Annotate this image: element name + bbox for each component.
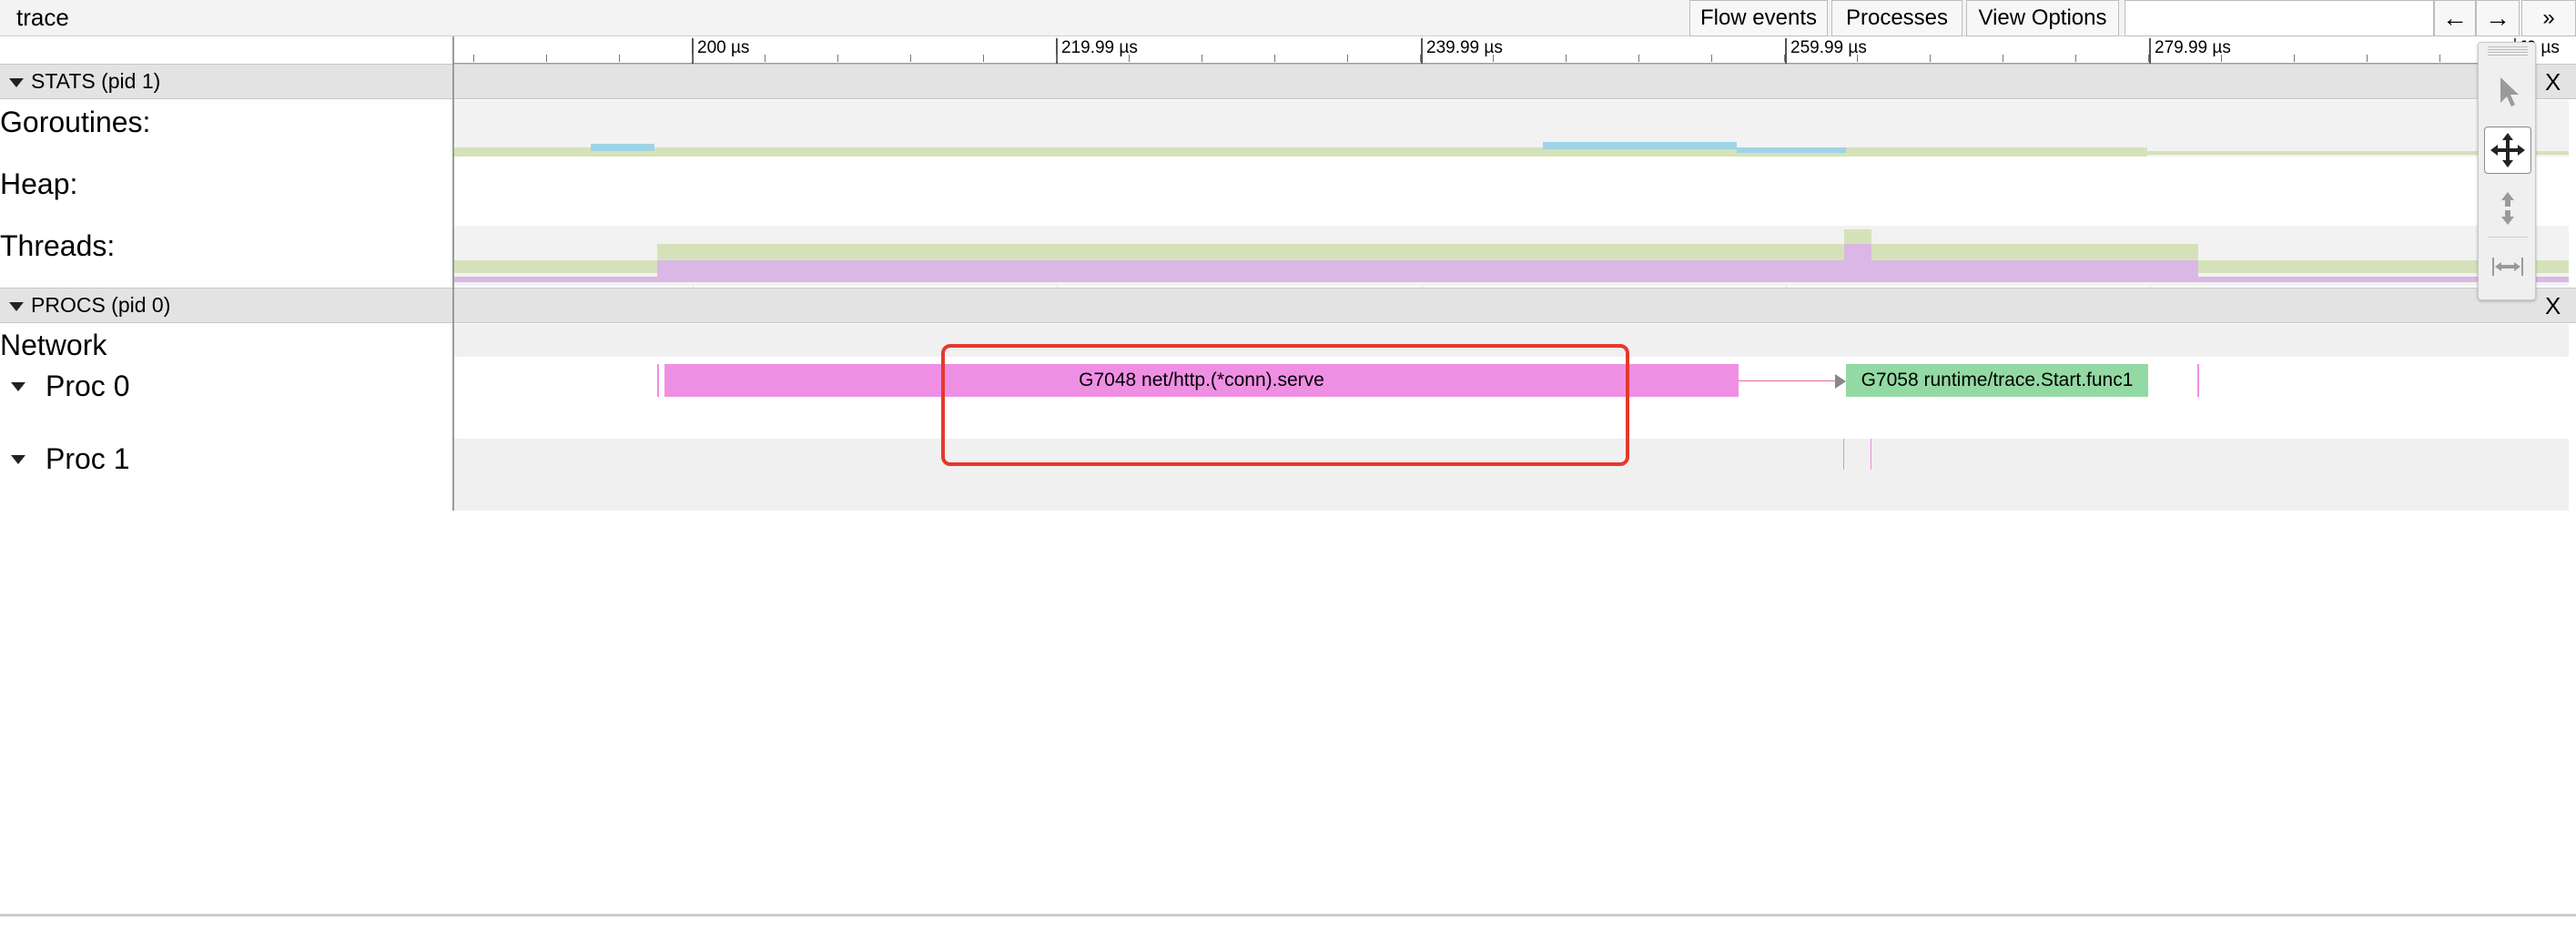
goroutines-track	[454, 100, 2569, 157]
goroutine-slice-g7058[interactable]: G7058 runtime/trace.Start.func1	[1846, 364, 2148, 397]
heap-track	[454, 157, 2569, 226]
ruler-minor-tick	[1420, 55, 1421, 62]
goroutines-runnable-bar	[454, 147, 2147, 157]
overflow-button[interactable]: »	[2521, 0, 2576, 36]
proc0-label: Proc 0	[46, 370, 130, 402]
mouse-mode-toolbar[interactable]	[2478, 42, 2536, 300]
move-cross-icon[interactable]	[2484, 127, 2531, 174]
highlight-annotation-box	[941, 344, 1629, 466]
heap-label: Heap:	[0, 167, 78, 200]
bottom-divider	[0, 914, 2576, 917]
toolbar-drag-handle[interactable]	[2488, 46, 2528, 57]
ruler-minor-tick	[2148, 55, 2149, 62]
processes-button[interactable]: Processes	[1831, 0, 1962, 36]
procs-section-title: PROCS (pid 0)	[31, 293, 171, 317]
ruler-minor-tick	[1638, 55, 1639, 62]
threads-syscall-bar	[657, 260, 2198, 277]
nav-left-button[interactable]: ←	[2434, 0, 2476, 36]
ruler-minor-tick	[983, 55, 984, 62]
event-marker[interactable]	[657, 364, 659, 397]
pointer-arrow-icon[interactable]	[2484, 68, 2531, 116]
network-label: Network	[0, 329, 107, 361]
nav-right-button[interactable]: →	[2476, 0, 2520, 36]
ruler-minor-tick	[1566, 55, 1567, 62]
ruler-label: 239.99 µs	[1426, 38, 1503, 57]
flow-events-button[interactable]: Flow events	[1689, 0, 1828, 36]
top-bar: trace Flow events Processes View Options…	[0, 0, 2576, 36]
expand-triangle-icon[interactable]	[11, 455, 25, 464]
ruler-minor-tick	[1493, 55, 1494, 62]
event-marker[interactable]	[2197, 364, 2199, 397]
ruler-minor-tick	[837, 55, 838, 62]
ruler-minor-tick	[1784, 55, 1785, 62]
ruler-minor-tick	[1857, 55, 1858, 62]
threads-track	[454, 226, 2569, 286]
ruler-minor-tick	[2075, 55, 2076, 62]
ruler-minor-tick	[1056, 55, 1057, 62]
ruler-minor-tick	[910, 55, 911, 62]
threads-base-bar	[454, 277, 2569, 282]
flow-arrow-head-icon	[1835, 374, 1846, 389]
ruler-minor-tick	[2367, 55, 2368, 62]
stats-section-title: STATS (pid 1)	[31, 69, 161, 93]
zoom-arrow-icon[interactable]	[2484, 185, 2531, 232]
search-input[interactable]	[2125, 0, 2434, 36]
app-title: trace	[16, 4, 69, 31]
ruler-label: 200 µs	[697, 38, 750, 57]
ruler-label: 219.99 µs	[1061, 38, 1138, 57]
procs-close-button[interactable]: X	[2545, 294, 2561, 318]
ruler-minor-tick	[2439, 55, 2440, 62]
ruler-major-tick	[2149, 38, 2151, 64]
ruler-minor-tick	[473, 55, 474, 62]
threads-spike-bar	[1844, 229, 1871, 244]
goroutines-label: Goroutines:	[0, 106, 151, 138]
threads-running-bar	[657, 244, 2198, 260]
proc1-label: Proc 1	[46, 442, 130, 475]
ruler-minor-tick	[1129, 55, 1130, 62]
ruler-major-tick	[1785, 38, 1787, 64]
threads-label: Threads:	[0, 229, 116, 262]
goroutines-bar	[1737, 147, 1846, 153]
ruler-minor-tick	[1347, 55, 1348, 62]
time-ruler	[453, 36, 2576, 64]
ruler-label: 279.99 µs	[2155, 38, 2231, 57]
goroutines-bar	[1543, 142, 1737, 149]
ruler-minor-tick	[1930, 55, 1931, 62]
ruler-minor-tick	[619, 55, 620, 62]
goroutines-bar	[591, 144, 654, 151]
ruler-label: 259.99 µs	[1790, 38, 1867, 57]
timing-bracket-icon[interactable]	[2484, 243, 2531, 290]
event-marker[interactable]	[1843, 439, 1844, 470]
collapse-triangle-icon[interactable]	[9, 302, 24, 311]
ruler-minor-tick	[2221, 55, 2222, 62]
procs-section-header[interactable]: PROCS (pid 0) X	[0, 288, 2576, 323]
ruler-major-tick	[1421, 38, 1423, 64]
stats-close-button[interactable]: X	[2545, 70, 2561, 94]
view-options-button[interactable]: View Options	[1966, 0, 2119, 36]
ruler-minor-tick	[765, 55, 766, 62]
threads-spike-bar	[1844, 244, 1871, 260]
label-column-border	[452, 36, 454, 511]
ruler-minor-tick	[546, 55, 547, 62]
ruler-minor-tick	[1274, 55, 1275, 62]
expand-triangle-icon[interactable]	[11, 382, 25, 391]
collapse-triangle-icon[interactable]	[9, 78, 24, 87]
ruler-minor-tick	[692, 55, 693, 62]
ruler-minor-tick	[1711, 55, 1712, 62]
ruler-minor-tick	[2294, 55, 2295, 62]
stats-section-header[interactable]: STATS (pid 1) X	[0, 64, 2576, 99]
flow-arrow-line	[1739, 380, 1839, 381]
